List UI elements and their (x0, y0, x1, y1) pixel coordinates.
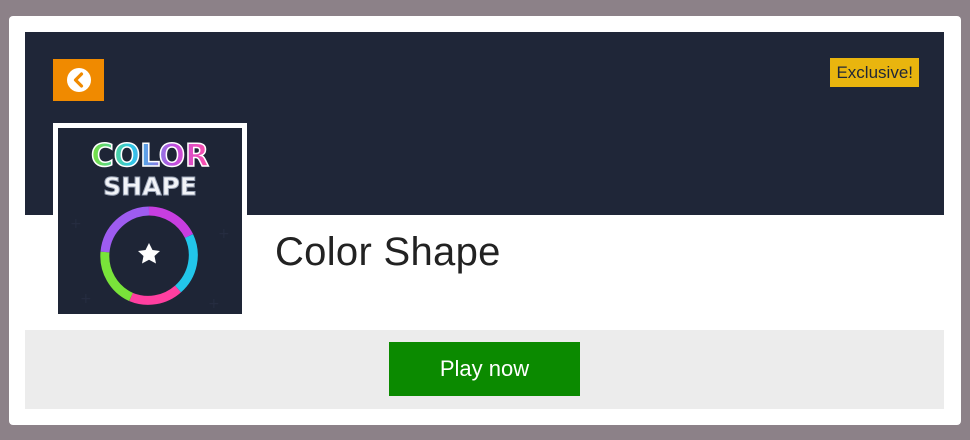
game-thumbnail-frame: + + + + COLOR SHAPE (53, 123, 247, 314)
thumbnail-logo-line1: COLOR (91, 138, 209, 174)
svg-text:+: + (70, 216, 82, 232)
svg-text:+: + (208, 296, 220, 312)
play-bar: Play now (25, 330, 944, 409)
svg-text:+: + (218, 226, 230, 242)
play-now-button[interactable]: Play now (389, 342, 580, 396)
game-thumbnail[interactable]: + + + + COLOR SHAPE (58, 128, 242, 314)
thumbnail-logo-line2: SHAPE (103, 172, 197, 201)
game-card: Exclusive! + + + + COLOR SHAPE Color Sha… (9, 16, 961, 425)
exclusive-badge: Exclusive! (830, 58, 919, 87)
thumbnail-art: + + + + COLOR SHAPE (70, 137, 230, 312)
star-icon (138, 243, 160, 264)
back-button[interactable] (53, 59, 104, 101)
chevron-left-circle-icon (66, 68, 91, 92)
svg-text:+: + (80, 291, 92, 307)
game-title: Color Shape (275, 230, 501, 274)
